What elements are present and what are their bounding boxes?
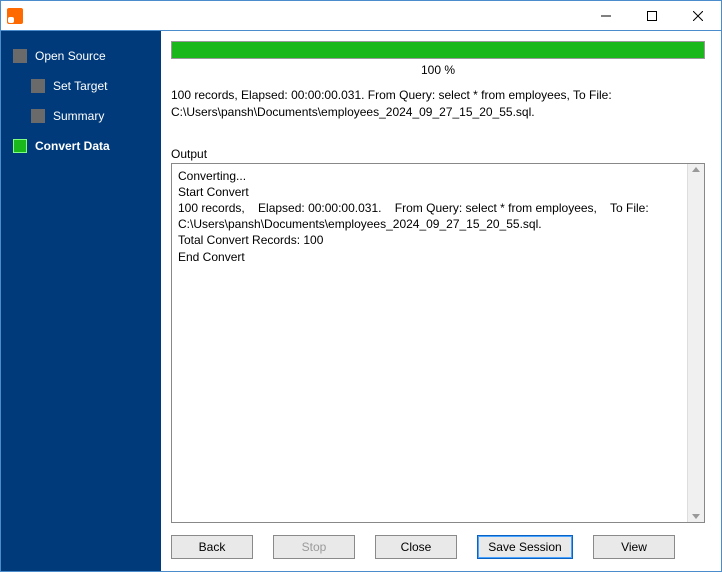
output-scrollbar[interactable] (687, 164, 704, 522)
app-window: Open Source Set Target Summary Convert D… (0, 0, 722, 572)
maximize-button[interactable] (629, 1, 675, 30)
progress-fill (172, 42, 704, 58)
minimize-button[interactable] (583, 1, 629, 30)
close-wizard-button[interactable]: Close (375, 535, 457, 559)
close-icon (693, 11, 703, 21)
sidebar-item-convert-data[interactable]: Convert Data (1, 131, 161, 161)
titlebar-left (1, 8, 23, 24)
output-box: Converting... Start Convert 100 records,… (171, 163, 705, 523)
button-row: Back Stop Close Save Session View (171, 523, 705, 561)
step-box-icon (31, 109, 45, 123)
close-button[interactable] (675, 1, 721, 30)
maximize-icon (647, 11, 657, 21)
sidebar-item-summary[interactable]: Summary (1, 101, 161, 131)
output-text: Converting... Start Convert 100 records,… (172, 164, 687, 522)
wizard-sidebar: Open Source Set Target Summary Convert D… (1, 31, 161, 571)
step-box-icon (31, 79, 45, 93)
back-button[interactable]: Back (171, 535, 253, 559)
sidebar-item-label: Set Target (53, 79, 107, 93)
stop-button: Stop (273, 535, 355, 559)
progress-percent-label: 100 % (171, 59, 705, 81)
window-body: Open Source Set Target Summary Convert D… (1, 31, 721, 571)
summary-line-1: 100 records, Elapsed: 00:00:00.031. From… (171, 88, 612, 102)
app-icon (7, 8, 23, 24)
view-button[interactable]: View (593, 535, 675, 559)
content-panel: 100 % 100 records, Elapsed: 00:00:00.031… (161, 31, 721, 571)
step-box-active-icon (13, 139, 27, 153)
sidebar-item-label: Open Source (35, 49, 106, 63)
sidebar-item-label: Convert Data (35, 139, 110, 153)
titlebar (1, 1, 721, 31)
step-box-icon (13, 49, 27, 63)
minimize-icon (601, 11, 611, 21)
summary-text: 100 records, Elapsed: 00:00:00.031. From… (171, 81, 705, 131)
window-controls (583, 1, 721, 30)
sidebar-item-open-source[interactable]: Open Source (1, 41, 161, 71)
sidebar-item-set-target[interactable]: Set Target (1, 71, 161, 101)
summary-line-2: C:\Users\pansh\Documents\employees_2024_… (171, 105, 535, 119)
progress-section: 100 % (171, 41, 705, 81)
sidebar-item-label: Summary (53, 109, 104, 123)
output-label: Output (171, 147, 705, 161)
save-session-button[interactable]: Save Session (477, 535, 573, 559)
progress-bar (171, 41, 705, 59)
